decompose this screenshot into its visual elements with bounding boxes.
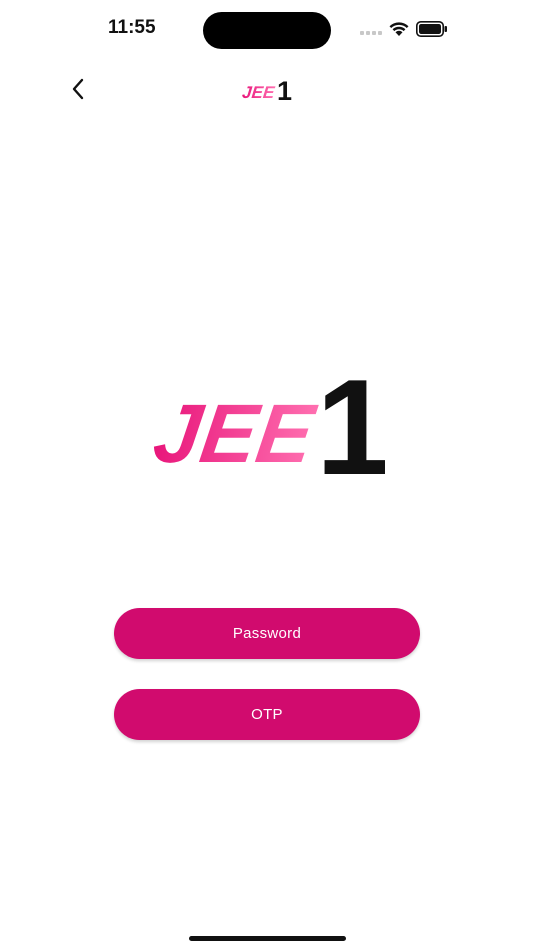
login-method-screen: 11:55 JEE 1 JEE 1 Password OTP: [0, 0, 534, 950]
header-logo-text: JEE: [242, 83, 276, 102]
cellular-signal-icon: [360, 31, 382, 35]
header-logo-number: 1: [277, 76, 292, 104]
dynamic-island: [203, 12, 331, 49]
back-button[interactable]: [62, 72, 94, 106]
home-indicator: [189, 936, 346, 941]
chevron-left-icon: [72, 78, 84, 100]
header-logo: JEE 1: [242, 76, 292, 104]
logo-number: 1: [316, 368, 385, 478]
logo-text: JEE: [150, 387, 322, 478]
password-login-button[interactable]: Password: [114, 608, 420, 659]
wifi-icon: [389, 22, 409, 36]
battery-icon: [416, 21, 447, 37]
status-time: 11:55: [108, 17, 156, 38]
otp-login-button[interactable]: OTP: [114, 689, 420, 740]
app-logo: JEE 1: [150, 368, 385, 478]
